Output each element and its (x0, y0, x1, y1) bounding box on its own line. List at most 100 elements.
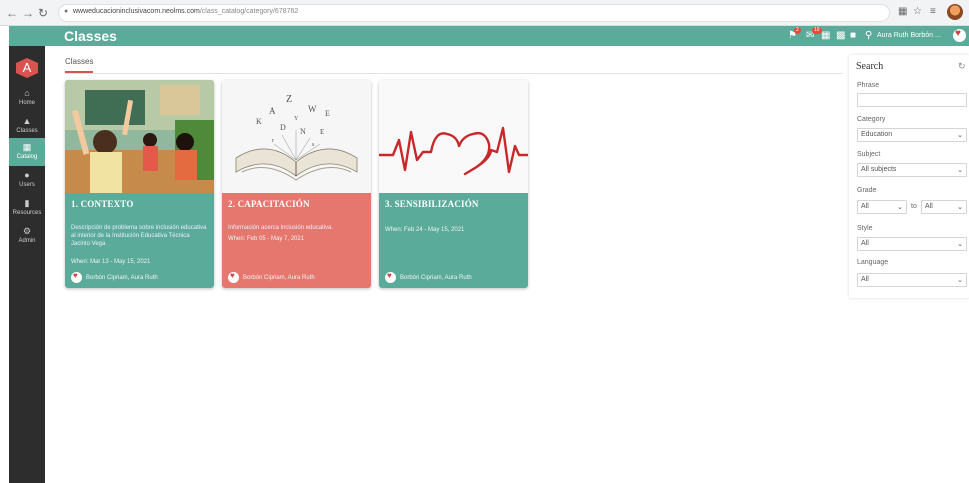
card-author: Borbón Cipriam, Aura Ruth (400, 275, 472, 281)
sidebar-item-label: Home (18, 100, 35, 106)
grade-to-select[interactable]: All ⌄ (921, 200, 967, 214)
card-dates: When: Mar 13 - May 15, 2021 (71, 259, 151, 265)
grade-from-value: All (861, 203, 869, 210)
style-label: Style (857, 225, 873, 232)
app-header: Classes ⚑ 2 ✉ 19 ▦ ▩ ■ ⚲ Aura Ruth Borbón … (9, 26, 969, 46)
address-bar[interactable]: ● wwweducacioninclusivacom.neolms.com/cl… (58, 4, 890, 22)
app-logo[interactable]: A (16, 58, 38, 78)
tasks-icon[interactable]: ■ (850, 30, 856, 42)
style-select[interactable]: All ⌄ (857, 237, 967, 251)
subject-select[interactable]: All subjects ⌄ (857, 163, 967, 177)
sidebar-item-label: Classes (16, 128, 38, 134)
reload-icon[interactable]: ↻ (38, 5, 48, 21)
card-title[interactable]: 3. SENSIBILIZACIÓN (385, 199, 479, 209)
card-body: 2. CAPACITACIÓN Información acerca inclu… (222, 193, 371, 288)
svg-text:E: E (320, 128, 324, 136)
grades-icon[interactable]: ▩ (836, 30, 845, 42)
classes-icon: ▲ (22, 116, 32, 126)
sidebar-item-classes[interactable]: ▲ Classes (9, 112, 45, 140)
svg-text:E: E (325, 109, 330, 118)
home-icon: ⌂ (24, 88, 30, 98)
svg-text:N: N (300, 127, 306, 136)
grade-to-label: to (911, 203, 917, 210)
card-dates: When: Feb 24 - May 15, 2021 (385, 227, 465, 233)
browser-toolbar: ← → ↻ ● wwweducacioninclusivacom.neolms.… (0, 0, 969, 26)
category-select[interactable]: Education ⌄ (857, 128, 967, 142)
sidebar: A ⌂ Home ▲ Classes ▦ Catalog ● Users ▮ R… (9, 46, 45, 483)
class-card-sensibilizacion[interactable]: 3. SENSIBILIZACIÓN When: Feb 24 - May 15… (379, 80, 528, 288)
lock-icon: ● (64, 8, 69, 15)
resources-icon: ▮ (24, 198, 30, 208)
style-value: All (861, 240, 869, 247)
users-icon: ● (24, 170, 30, 180)
card-body: 1. CONTEXTO Descripción de problema sobr… (65, 193, 214, 288)
sidebar-item-label: Admin (18, 238, 36, 244)
forward-arrow-icon[interactable]: → (22, 5, 34, 21)
card-description: Descripción de problema sobre inclusión … (71, 225, 207, 247)
search-icon[interactable]: ⚲ (865, 30, 872, 42)
subject-value: All subjects (861, 166, 897, 173)
sidebar-item-catalog[interactable]: ▦ Catalog (9, 138, 45, 166)
url-host: wwweducacioninclusivacom.neolms.com (73, 8, 200, 15)
sidebar-item-resources[interactable]: ▮ Resources (9, 194, 45, 222)
card-description: Información acerca inclusión educativa. (228, 225, 334, 231)
phrase-input[interactable] (857, 93, 967, 107)
calendar-icon[interactable]: ▦ (821, 30, 830, 42)
sidebar-item-label: Users (19, 182, 35, 188)
translate-icon[interactable]: ▦ (898, 6, 907, 17)
sidebar-item-users[interactable]: ● Users (9, 166, 45, 194)
open-book-letters-image: Z A W E K D N E Y r s (222, 80, 371, 193)
sidebar-item-admin[interactable]: ⚙ Admin (9, 222, 45, 250)
sidebar-item-label: Resources (12, 210, 42, 216)
language-label: Language (857, 259, 889, 266)
grade-label: Grade (857, 187, 877, 194)
class-card-capacitacion[interactable]: Z A W E K D N E Y r s 2. CAPACITACIÓN In… (222, 80, 371, 288)
svg-text:Z: Z (286, 94, 292, 105)
user-name[interactable]: Aura Ruth Borbón ... (877, 32, 941, 39)
grade-to-value: All (925, 203, 933, 210)
card-title[interactable]: 2. CAPACITACIÓN (228, 199, 310, 209)
phrase-label: Phrase (857, 82, 880, 89)
language-select[interactable]: All ⌄ (857, 273, 967, 287)
search-title: Search (856, 61, 884, 72)
reset-icon[interactable]: ↻ (958, 61, 966, 72)
card-author: Borbón Cipriam, Aura Ruth (86, 275, 158, 281)
star-icon[interactable]: ☆ (913, 6, 922, 17)
messages-icon[interactable]: ✉ 19 (806, 27, 822, 42)
svg-text:K: K (256, 117, 262, 126)
heartbeat-heart-image (379, 80, 528, 193)
chevron-down-icon: ⌄ (897, 204, 903, 211)
grade-from-select[interactable]: All ⌄ (857, 200, 907, 214)
class-card-contexto[interactable]: 1. CONTEXTO Descripción de problema sobr… (65, 80, 214, 288)
sidebar-item-label: Catalog (16, 154, 38, 160)
svg-text:r: r (272, 138, 274, 144)
chevron-down-icon: ⌄ (957, 204, 963, 211)
svg-text:A: A (269, 106, 276, 116)
admin-icon: ⚙ (22, 226, 32, 236)
language-value: All (861, 276, 869, 283)
notifications-icon[interactable]: ⚑ 2 (788, 27, 801, 42)
author-avatar (385, 271, 396, 283)
classroom-image (65, 80, 214, 193)
category-label: Category (857, 116, 886, 123)
chevron-down-icon: ⌄ (957, 241, 963, 248)
catalog-icon: ▦ (22, 142, 32, 152)
main-divider (65, 73, 843, 74)
subject-label: Subject (857, 151, 881, 158)
card-author: Borbón Cipriam, Aura Ruth (243, 275, 315, 281)
svg-text:D: D (280, 123, 286, 132)
url-path: /class_catalog/category/678762 (199, 8, 299, 15)
card-dates: When: Feb 05 - May 7, 2021 (228, 236, 305, 242)
reading-list-icon[interactable]: ≡ (930, 6, 936, 17)
url-text: wwweducacioninclusivacom.neolms.com/clas… (73, 8, 298, 15)
svg-text:W: W (308, 104, 317, 114)
notification-badge: 2 (794, 27, 801, 34)
user-avatar[interactable] (953, 28, 966, 42)
back-arrow-icon[interactable]: ← (6, 5, 18, 21)
browser-profile-avatar[interactable] (947, 4, 963, 20)
card-title[interactable]: 1. CONTEXTO (71, 199, 134, 209)
breadcrumb[interactable]: Classes (65, 57, 93, 66)
page-title: Classes (64, 28, 117, 44)
sidebar-item-home[interactable]: ⌂ Home (9, 84, 45, 112)
chevron-down-icon: ⌄ (957, 167, 963, 174)
